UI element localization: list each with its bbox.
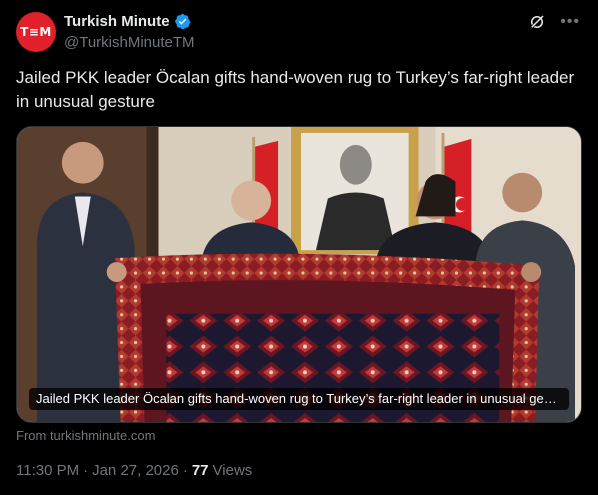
tweet-text: Jailed PKK leader Öcalan gifts hand-wove… <box>16 68 575 111</box>
article-photo <box>17 127 581 422</box>
name-row: Turkish Minute <box>64 11 195 32</box>
more-icon[interactable]: ••• <box>560 13 580 31</box>
author-names: Turkish Minute @TurkishMinuteTM <box>64 11 195 51</box>
tweet-header: T≡M Turkish Minute @TurkishMinuteTM ••• <box>16 11 582 53</box>
meta-separator: · <box>83 462 89 479</box>
meta-separator: · <box>182 462 188 479</box>
tweet-date[interactable]: Jan 27, 2026 <box>92 462 179 479</box>
verified-badge-icon[interactable] <box>174 13 191 30</box>
card-caption: Jailed PKK leader Öcalan gifts hand-wove… <box>29 388 569 410</box>
display-name[interactable]: Turkish Minute <box>64 13 170 30</box>
author-handle[interactable]: @TurkishMinuteTM <box>64 34 195 51</box>
views-count[interactable]: 77 <box>192 462 209 479</box>
tweet-meta: 11:30 PM · Jan 27, 2026 · 77 Views <box>16 462 252 479</box>
avatar-logo: T≡M <box>20 25 52 39</box>
link-card[interactable]: Jailed PKK leader Öcalan gifts hand-wove… <box>16 126 582 423</box>
tweet-time[interactable]: 11:30 PM <box>16 462 79 479</box>
avatar[interactable]: T≡M <box>16 12 56 52</box>
header-actions: ••• <box>528 13 580 31</box>
grok-icon[interactable] <box>528 13 546 31</box>
card-source[interactable]: From turkishminute.com <box>16 428 155 443</box>
views-label: Views <box>212 462 253 479</box>
